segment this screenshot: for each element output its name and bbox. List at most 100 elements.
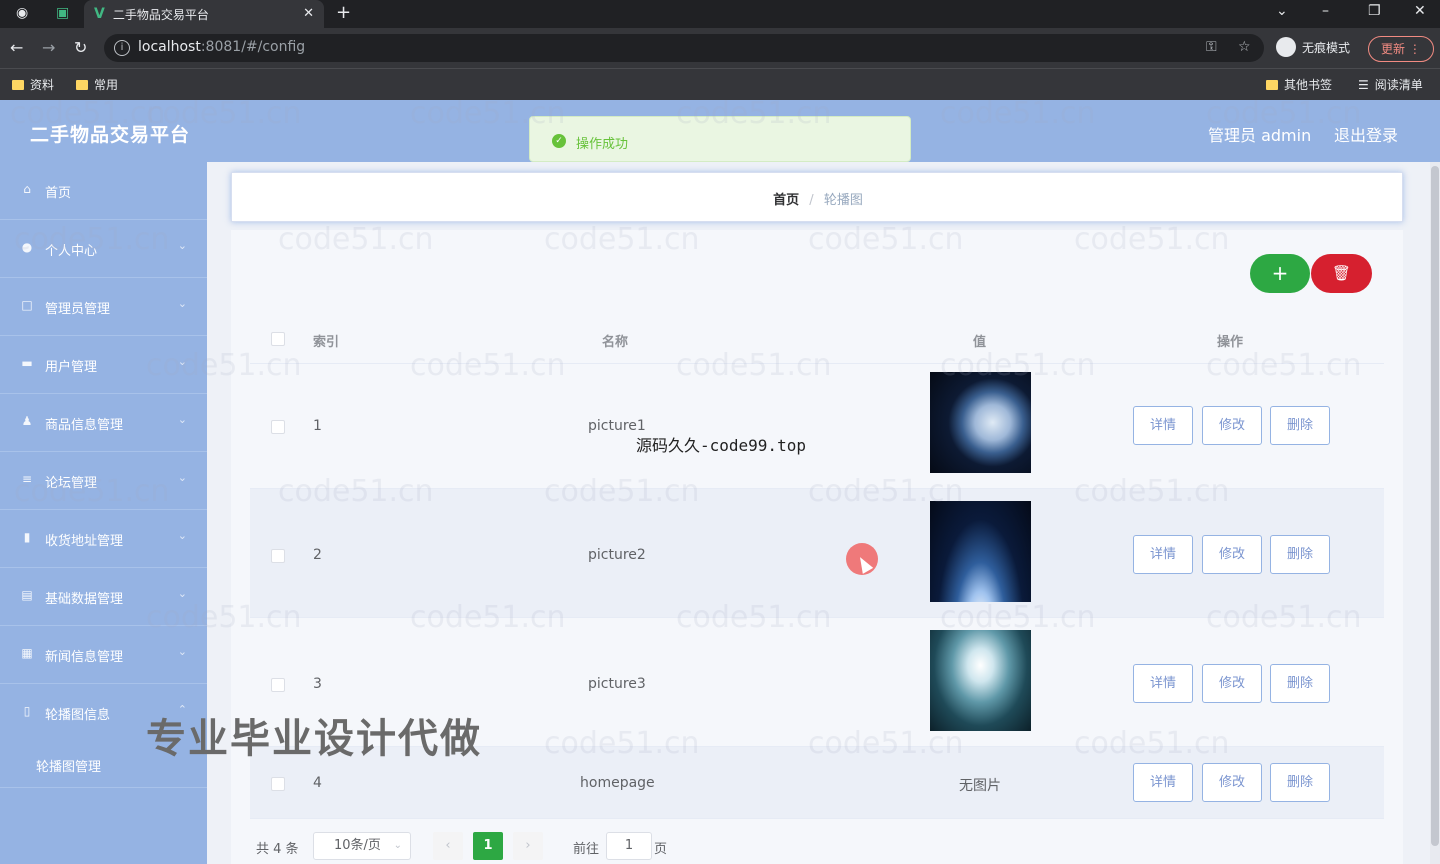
row-name: picture3 (588, 676, 646, 692)
delete-button[interactable]: 删除 (1270, 664, 1330, 703)
header-index: 索引 (313, 335, 340, 350)
chevron-down-icon: ⌄ (177, 239, 187, 252)
update-button[interactable]: 更新 ⋮ (1368, 36, 1434, 62)
detail-button[interactable]: 详情 (1133, 664, 1193, 703)
table-header: 索引 名称 值 操作 (250, 314, 1384, 364)
goods-icon: ♟ (21, 414, 33, 428)
row-checkbox[interactable] (271, 549, 285, 563)
delete-button[interactable]: 删除 (1270, 535, 1330, 574)
trash-icon: 🗑 (1331, 264, 1352, 282)
restore-icon[interactable]: ❐ (1368, 3, 1381, 19)
add-button[interactable]: + (1250, 254, 1310, 293)
source-overlay-text: 源码久久-code99.top (636, 436, 806, 455)
minimize-icon[interactable]: – (1322, 3, 1329, 19)
site-info-icon[interactable]: i (114, 40, 130, 56)
carousel-image-thumbnail[interactable] (930, 630, 1031, 731)
delete-button[interactable]: 删除 (1270, 406, 1330, 445)
users-icon: ▬ (21, 356, 33, 370)
browser-toolbar: ← → ↻ i localhost:8081/#/config ⚿ ☆ 无痕模式… (0, 28, 1440, 68)
close-tab-icon[interactable]: ✕ (303, 6, 314, 21)
edit-button[interactable]: 修改 (1202, 535, 1262, 574)
plus-icon: + (1271, 261, 1289, 285)
header-ops: 操作 (1217, 335, 1244, 350)
chevron-down-icon: ⌄ (177, 471, 187, 484)
sidebar-item-address[interactable]: ▮ 收货地址管理 ⌄ (0, 510, 207, 568)
browser-menu-icon[interactable]: ◉ (16, 5, 28, 21)
sidebar-item-profile[interactable]: ● 个人中心 ⌄ (0, 220, 207, 278)
row-checkbox[interactable] (271, 777, 285, 791)
breadcrumb-home[interactable]: 首页 (773, 193, 799, 208)
data-icon: ▤ (21, 588, 33, 602)
sidebar-item-goods[interactable]: ♟ 商品信息管理 ⌄ (0, 394, 207, 452)
detail-button[interactable]: 详情 (1133, 763, 1193, 802)
incognito-label: 无痕模式 (1302, 40, 1351, 55)
goto-page-input[interactable]: 1 (606, 832, 652, 860)
browser-tab-active[interactable]: V 二手物品交易平台 ✕ (84, 0, 324, 28)
incognito-indicator[interactable]: 无痕模式 (1276, 37, 1350, 57)
sidebar-item-home[interactable]: ⌂ 首页 (0, 162, 207, 220)
breadcrumb-current: 轮播图 (823, 193, 863, 208)
sidebar-item-news[interactable]: ▦ 新闻信息管理 ⌄ (0, 626, 207, 684)
reload-icon[interactable]: ↻ (74, 38, 87, 57)
edit-button[interactable]: 修改 (1202, 406, 1262, 445)
tab-search-icon[interactable]: ⌄ (1276, 3, 1288, 19)
key-icon[interactable]: ⚿ (1206, 39, 1217, 55)
sidebar-item-label: 新闻信息管理 (45, 650, 124, 665)
bookmark-star-icon[interactable]: ☆ (1238, 39, 1251, 55)
logout-link[interactable]: 退出登录 (1334, 122, 1398, 146)
sidebar-item-basedata[interactable]: ▤ 基础数据管理 ⌄ (0, 568, 207, 626)
bookmark-label: 资料 (30, 78, 55, 92)
sidebar-item-forum[interactable]: ≡ 论坛管理 ⌄ (0, 452, 207, 510)
bookmark-label: 常用 (94, 78, 119, 92)
chevron-down-icon: ⌄ (177, 413, 187, 426)
scrollbar-thumb[interactable] (1431, 166, 1439, 846)
success-check-icon: ✓ (552, 134, 566, 148)
address-bar[interactable]: i localhost:8081/#/config ⚿ ☆ (104, 34, 1264, 62)
carousel-image-thumbnail[interactable] (930, 501, 1031, 602)
reading-list[interactable]: ☰ 阅读清单 (1358, 76, 1423, 93)
sidebar-item-label: 首页 (45, 186, 72, 201)
table-row: 1 picture1 详情 修改 删除 (250, 364, 1384, 489)
sidebar-item-users[interactable]: ▬ 用户管理 ⌄ (0, 336, 207, 394)
select-all-checkbox[interactable] (271, 332, 285, 346)
browser-tab-bar: ◉ ▣ V 二手物品交易平台 ✕ + ⌄ – ❐ ✕ (0, 0, 1440, 28)
page-scrollbar[interactable] (1430, 162, 1440, 864)
row-name: picture2 (588, 547, 646, 563)
bookmark-label: 其他书签 (1284, 78, 1333, 92)
home-icon: ⌂ (23, 182, 31, 196)
next-page-button[interactable]: › (513, 832, 543, 860)
pinned-tab-icon[interactable]: ▣ (56, 5, 69, 21)
chevron-down-icon: ⌄ (177, 645, 187, 658)
address-icon: ▮ (23, 530, 31, 544)
other-bookmarks[interactable]: 其他书签 (1266, 76, 1332, 93)
bookmark-folder-2[interactable]: 常用 (76, 76, 118, 93)
edit-button[interactable]: 修改 (1202, 664, 1262, 703)
prev-page-button[interactable]: ‹ (433, 832, 463, 860)
url-text[interactable]: localhost:8081/#/config (138, 39, 305, 55)
row-index: 1 (313, 418, 322, 434)
sidebar-item-admins[interactable]: □ 管理员管理 ⌄ (0, 278, 207, 336)
page-unit-label: 页 (654, 842, 668, 857)
sidebar-item-label: 轮播图信息 (45, 708, 111, 723)
current-page[interactable]: 1 (473, 832, 503, 860)
detail-button[interactable]: 详情 (1133, 535, 1193, 574)
edit-button[interactable]: 修改 (1202, 763, 1262, 802)
page-size-select[interactable]: 10条/页 ⌄ (313, 832, 411, 860)
back-icon[interactable]: ← (10, 38, 23, 57)
new-tab-icon[interactable]: + (336, 2, 351, 23)
row-checkbox[interactable] (271, 678, 285, 692)
sidebar-item-label: 收货地址管理 (45, 534, 124, 549)
header-value: 值 (973, 335, 987, 350)
delete-button[interactable]: 删除 (1270, 763, 1330, 802)
batch-delete-button[interactable]: 🗑 (1311, 254, 1372, 293)
bookmark-folder-1[interactable]: 资料 (12, 76, 54, 93)
detail-button[interactable]: 详情 (1133, 406, 1193, 445)
row-checkbox[interactable] (271, 420, 285, 434)
admin-icon: □ (21, 298, 33, 312)
success-toast: ✓ 操作成功 (529, 116, 911, 162)
close-window-icon[interactable]: ✕ (1414, 3, 1426, 19)
header-name: 名称 (602, 335, 629, 350)
sidebar-item-label: 管理员管理 (45, 302, 111, 317)
forward-icon[interactable]: → (42, 38, 55, 57)
carousel-image-thumbnail[interactable] (930, 372, 1031, 473)
